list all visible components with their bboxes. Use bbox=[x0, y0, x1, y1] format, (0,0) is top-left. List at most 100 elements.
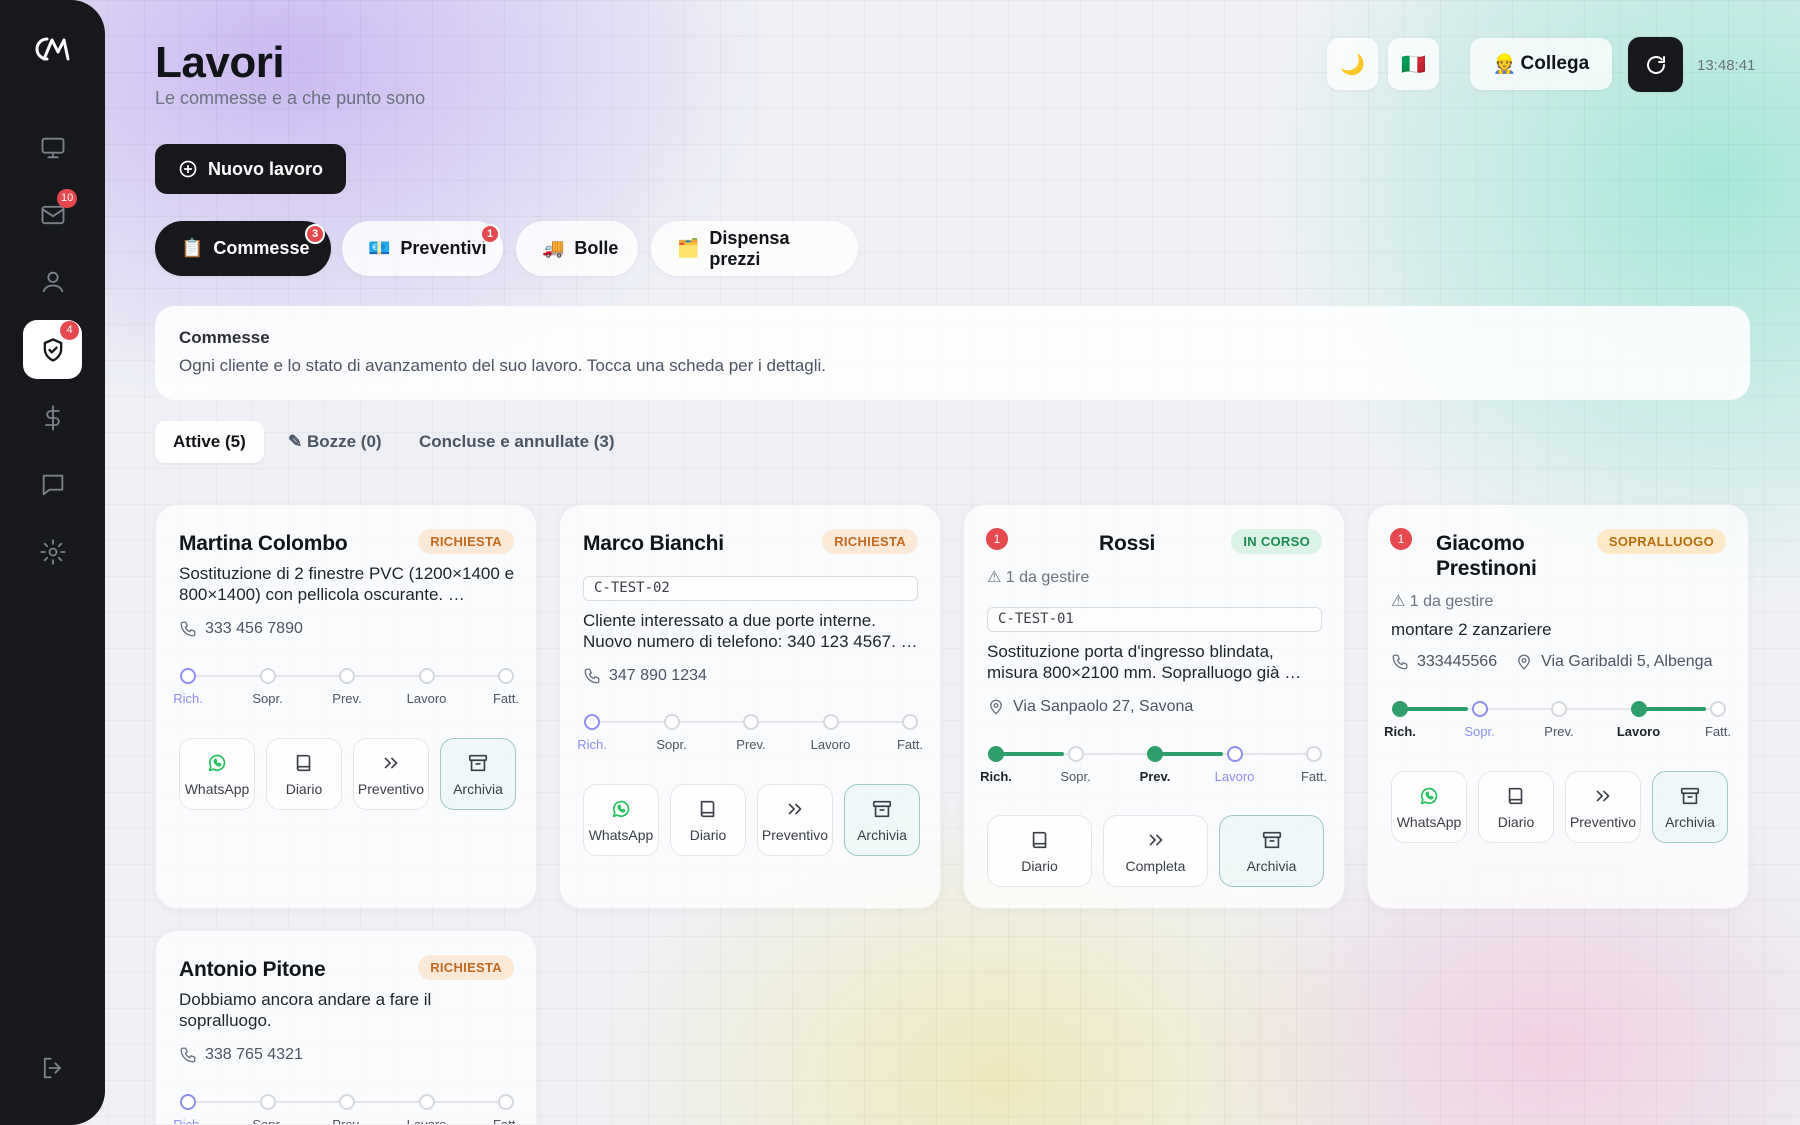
monitor-icon bbox=[41, 137, 64, 158]
stage-node bbox=[1147, 746, 1163, 762]
quote-button[interactable]: Preventivo bbox=[1565, 771, 1641, 843]
archive-icon bbox=[1680, 787, 1700, 804]
diary-button[interactable]: Diario bbox=[266, 738, 342, 810]
phone-number[interactable]: 347 890 1234 bbox=[609, 667, 707, 685]
stage-node bbox=[418, 1094, 435, 1110]
quote-button[interactable]: Preventivo bbox=[757, 784, 833, 856]
status-badge: RICHIESTA bbox=[822, 529, 918, 554]
whatsapp-icon bbox=[1420, 787, 1438, 804]
user-icon bbox=[42, 271, 63, 292]
tab-preventivi[interactable]: 💶 Preventivi 1 bbox=[342, 221, 503, 276]
quote-button[interactable]: Preventivo bbox=[353, 738, 429, 810]
section-title: Commesse bbox=[179, 328, 270, 347]
action-label: Diario bbox=[1021, 857, 1058, 874]
shield-check-icon bbox=[43, 337, 62, 362]
filter-closed[interactable]: Concluse e annullate (3) bbox=[401, 421, 633, 463]
logout-icon bbox=[43, 1057, 61, 1078]
diary-button[interactable]: Diario bbox=[670, 784, 746, 856]
phone-number[interactable]: 338 765 4321 bbox=[205, 1046, 303, 1064]
tab-dispensa-prezzi[interactable]: 🗂️ Dispensa prezzi bbox=[651, 221, 858, 276]
refresh-button[interactable] bbox=[1628, 37, 1683, 92]
archive-icon bbox=[1262, 831, 1281, 848]
diary-button[interactable]: Diario bbox=[1478, 771, 1554, 843]
whatsapp-button[interactable]: WhatsApp bbox=[583, 784, 659, 856]
sidebar-item-settings[interactable] bbox=[23, 522, 82, 581]
section-info-card: Commesse Ogni cliente e lo stato di avan… bbox=[155, 306, 1750, 400]
job-card[interactable]: Marco Bianchi RICHIESTA C-TEST-02 Client… bbox=[559, 504, 941, 909]
sidebar-item-jobs[interactable]: 4 bbox=[23, 320, 82, 379]
refresh-icon bbox=[1646, 55, 1665, 74]
stage-label: Lavoro bbox=[1214, 769, 1255, 784]
address[interactable]: Via Garibaldi 5, Albenga bbox=[1541, 653, 1712, 671]
stage-node bbox=[259, 668, 276, 684]
progress-segment bbox=[1400, 707, 1468, 711]
new-job-label: Nuovo lavoro bbox=[207, 158, 323, 179]
client-name: Giacomo Prestinoni bbox=[1436, 532, 1537, 580]
archive-button[interactable]: Archivia bbox=[440, 738, 516, 810]
stage-label: Fatt. bbox=[492, 1117, 520, 1125]
progress-tracker: Rich. Sopr. Prev. Lavoro Fatt. bbox=[980, 745, 1327, 785]
phone-icon bbox=[584, 668, 600, 684]
filter-active[interactable]: Attive (5) bbox=[155, 421, 264, 463]
job-card[interactable]: Martina Colombo RICHIESTA Sostituzione d… bbox=[155, 504, 537, 909]
whatsapp-button[interactable]: WhatsApp bbox=[179, 738, 255, 810]
chevrons-right-icon bbox=[1149, 834, 1162, 845]
book-icon bbox=[1032, 831, 1046, 848]
tab-label: Bolle bbox=[574, 238, 619, 258]
card-index-icon: 🗂️ bbox=[677, 238, 700, 258]
stage-node bbox=[743, 714, 759, 730]
sidebar-item-finance[interactable] bbox=[23, 388, 82, 447]
job-card[interactable]: 1 Rossi IN CORSO ⚠ 1 da gestire C-TEST-0… bbox=[963, 504, 1345, 909]
sidebar-item-chat[interactable] bbox=[23, 455, 82, 514]
archive-button[interactable]: Archivia bbox=[1652, 771, 1728, 843]
chevrons-right-icon bbox=[1596, 790, 1610, 801]
app-logo[interactable] bbox=[34, 34, 70, 64]
tab-commesse[interactable]: 📋 Commesse 3 bbox=[155, 221, 331, 276]
archive-button[interactable]: Archivia bbox=[1219, 815, 1324, 887]
alert-badge: 1 bbox=[986, 528, 1008, 550]
sidebar-item-clients[interactable] bbox=[23, 252, 82, 311]
stage-label: Sopr. bbox=[252, 691, 283, 706]
filter-drafts[interactable]: ✎ Bozze (0) bbox=[270, 421, 400, 463]
stage-label: Rich. bbox=[173, 1117, 203, 1125]
job-code: C-TEST-01 bbox=[987, 607, 1322, 632]
worker-icon: 👷 bbox=[1492, 54, 1517, 75]
plus-circle-icon bbox=[179, 160, 197, 178]
sidebar-item-mail[interactable]: 10 bbox=[23, 185, 82, 244]
contact-row: 338 765 4321 bbox=[179, 1046, 303, 1064]
language-button[interactable]: 🇮🇹 bbox=[1388, 38, 1439, 90]
new-job-button[interactable]: Nuovo lavoro bbox=[155, 144, 346, 194]
stage-node bbox=[180, 1094, 196, 1110]
progress-tracker: Rich. Sopr. Prev. Lavoro Fatt. bbox=[173, 667, 519, 707]
stage-node bbox=[902, 714, 918, 730]
stage-node bbox=[1306, 746, 1322, 762]
sidebar-item-logout[interactable] bbox=[23, 1038, 82, 1097]
tab-bolle[interactable]: 🚚 Bolle bbox=[516, 221, 638, 276]
chat-icon bbox=[42, 474, 63, 495]
address[interactable]: Via Sanpaolo 27, Savona bbox=[1013, 698, 1193, 716]
tab-badge: 3 bbox=[305, 224, 325, 244]
archive-button[interactable]: Archivia bbox=[844, 784, 920, 856]
theme-toggle-button[interactable]: 🌙 bbox=[1327, 38, 1378, 90]
progress-tracker: Rich. Sopr. Prev. Lavoro Fatt. bbox=[577, 713, 923, 753]
stage-label: Lavoro bbox=[406, 1117, 447, 1125]
contact-row: 333445566 Via Garibaldi 5, Albenga bbox=[1391, 653, 1712, 671]
complete-button[interactable]: Completa bbox=[1103, 815, 1208, 887]
action-label: Preventivo bbox=[1569, 813, 1637, 830]
whatsapp-button[interactable]: WhatsApp bbox=[1391, 771, 1467, 843]
job-card[interactable]: 1 Giacomo Prestinoni SOPRALLUOGO ⚠ 1 da … bbox=[1367, 504, 1749, 909]
job-card[interactable]: Antonio Pitone RICHIESTA Dobbiamo ancora… bbox=[155, 930, 537, 1125]
collega-button[interactable]: 👷 Collega bbox=[1470, 38, 1612, 90]
contact-row: 333 456 7890 bbox=[179, 620, 303, 638]
stage-node bbox=[988, 746, 1004, 762]
tab-label: Commesse bbox=[213, 238, 310, 258]
phone-number[interactable]: 333445566 bbox=[1417, 653, 1497, 671]
phone-number[interactable]: 333 456 7890 bbox=[205, 620, 303, 638]
sidebar-item-dashboard[interactable] bbox=[23, 118, 82, 177]
clipboard-icon: 📋 bbox=[181, 238, 204, 258]
book-icon bbox=[1508, 787, 1523, 804]
diary-button[interactable]: Diario bbox=[987, 815, 1092, 887]
map-pin-icon bbox=[990, 699, 1002, 715]
collega-label: Collega bbox=[1520, 53, 1590, 74]
stage-label: Fatt. bbox=[896, 737, 924, 752]
